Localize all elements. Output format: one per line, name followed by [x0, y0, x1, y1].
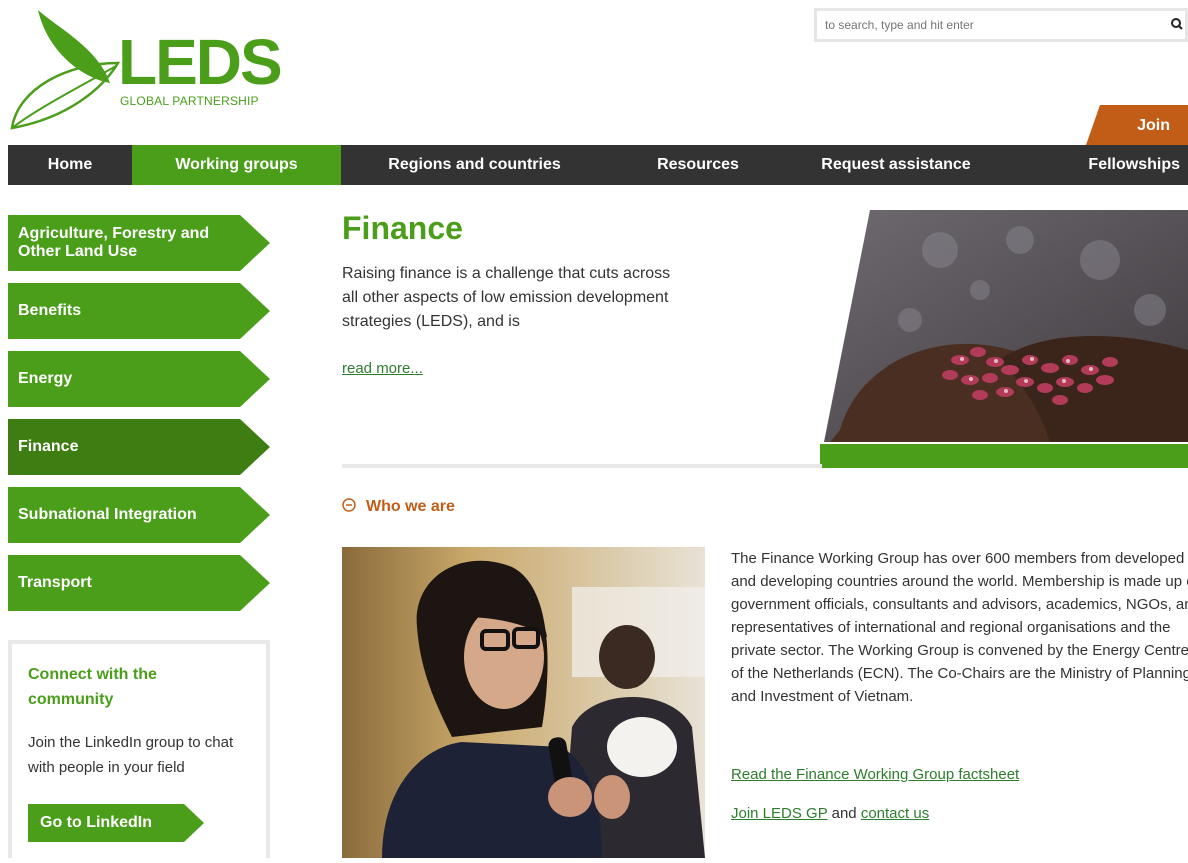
join-leds-link[interactable]: Join LEDS GP [731, 805, 827, 822]
nav-item-resources[interactable]: Resources [608, 145, 788, 185]
sidebar-item-label: Agriculture, Forestry and Other Land Use [18, 225, 210, 260]
content-divider [342, 464, 822, 468]
logo-subtitle: GLOBAL PARTNERSHIP [120, 94, 259, 108]
sidebar-item-label: Finance [18, 438, 79, 455]
page-title: Finance [342, 210, 463, 246]
who-we-are-toggle[interactable]: Who we are [342, 498, 455, 516]
hero-image [820, 210, 1188, 468]
search-icon[interactable] [1167, 15, 1183, 35]
search-box [814, 8, 1188, 42]
join-tab[interactable]: Join [1086, 105, 1188, 145]
leds-logo[interactable]: LEDS GLOBAL PARTNERSHIP [8, 8, 283, 133]
sidebar-item-subnational-integration[interactable]: Subnational Integration [8, 487, 270, 543]
join-tab-label: Join [1137, 117, 1170, 134]
speaker-photo [342, 547, 705, 858]
connect-text: Join the LinkedIn group to chat with peo… [28, 734, 234, 776]
woman-with-microphone-image [342, 547, 705, 858]
collapse-icon [342, 498, 356, 512]
sidebar-item-agriculture[interactable]: Agriculture, Forestry and Other Land Use [8, 215, 270, 271]
nav-item-home[interactable]: Home [8, 145, 132, 185]
contact-us-link[interactable]: contact us [861, 805, 929, 822]
hands-with-beans-image [820, 210, 1188, 468]
search-input[interactable] [817, 11, 1155, 39]
sidebar-item-transport[interactable]: Transport [8, 555, 270, 611]
and-text: and [831, 805, 857, 822]
who-we-are-label: Who we are [366, 498, 455, 515]
linkedin-button-label: Go to LinkedIn [40, 814, 152, 831]
nav-item-request-assistance[interactable]: Request assistance [788, 145, 1004, 185]
factsheet-link[interactable]: Read the Finance Working Group factsheet [731, 766, 1019, 783]
read-more-link[interactable]: read more... [342, 360, 423, 377]
connect-title: Connect with the community [28, 666, 157, 708]
sidebar-item-label: Benefits [18, 302, 82, 319]
sidebar-item-benefits[interactable]: Benefits [8, 283, 270, 339]
who-we-are-body: The Finance Working Group has over 600 m… [731, 550, 1188, 705]
sidebar-item-label: Energy [18, 370, 73, 387]
sidebar-item-energy[interactable]: Energy [8, 351, 270, 407]
linkedin-button[interactable]: Go to LinkedIn [28, 804, 204, 842]
main-nav: Home Working groups Regions and countrie… [8, 145, 1188, 185]
nav-item-regions-and-countries[interactable]: Regions and countries [341, 145, 608, 185]
join-contact-line: Join LEDS GP and contact us [731, 805, 929, 822]
sidebar-item-label: Subnational Integration [18, 506, 197, 523]
intro-text: Raising finance is a challenge that cuts… [342, 265, 671, 330]
logo-wordmark: LEDS [118, 26, 283, 98]
sidebar-item-finance[interactable]: Finance [8, 419, 270, 475]
connect-box: Connect with the community Join the Link… [8, 640, 270, 858]
sidebar-item-label: Transport [18, 574, 92, 591]
nav-item-working-groups[interactable]: Working groups [132, 145, 341, 185]
nav-item-fellowships[interactable]: Fellowships [1004, 145, 1188, 185]
